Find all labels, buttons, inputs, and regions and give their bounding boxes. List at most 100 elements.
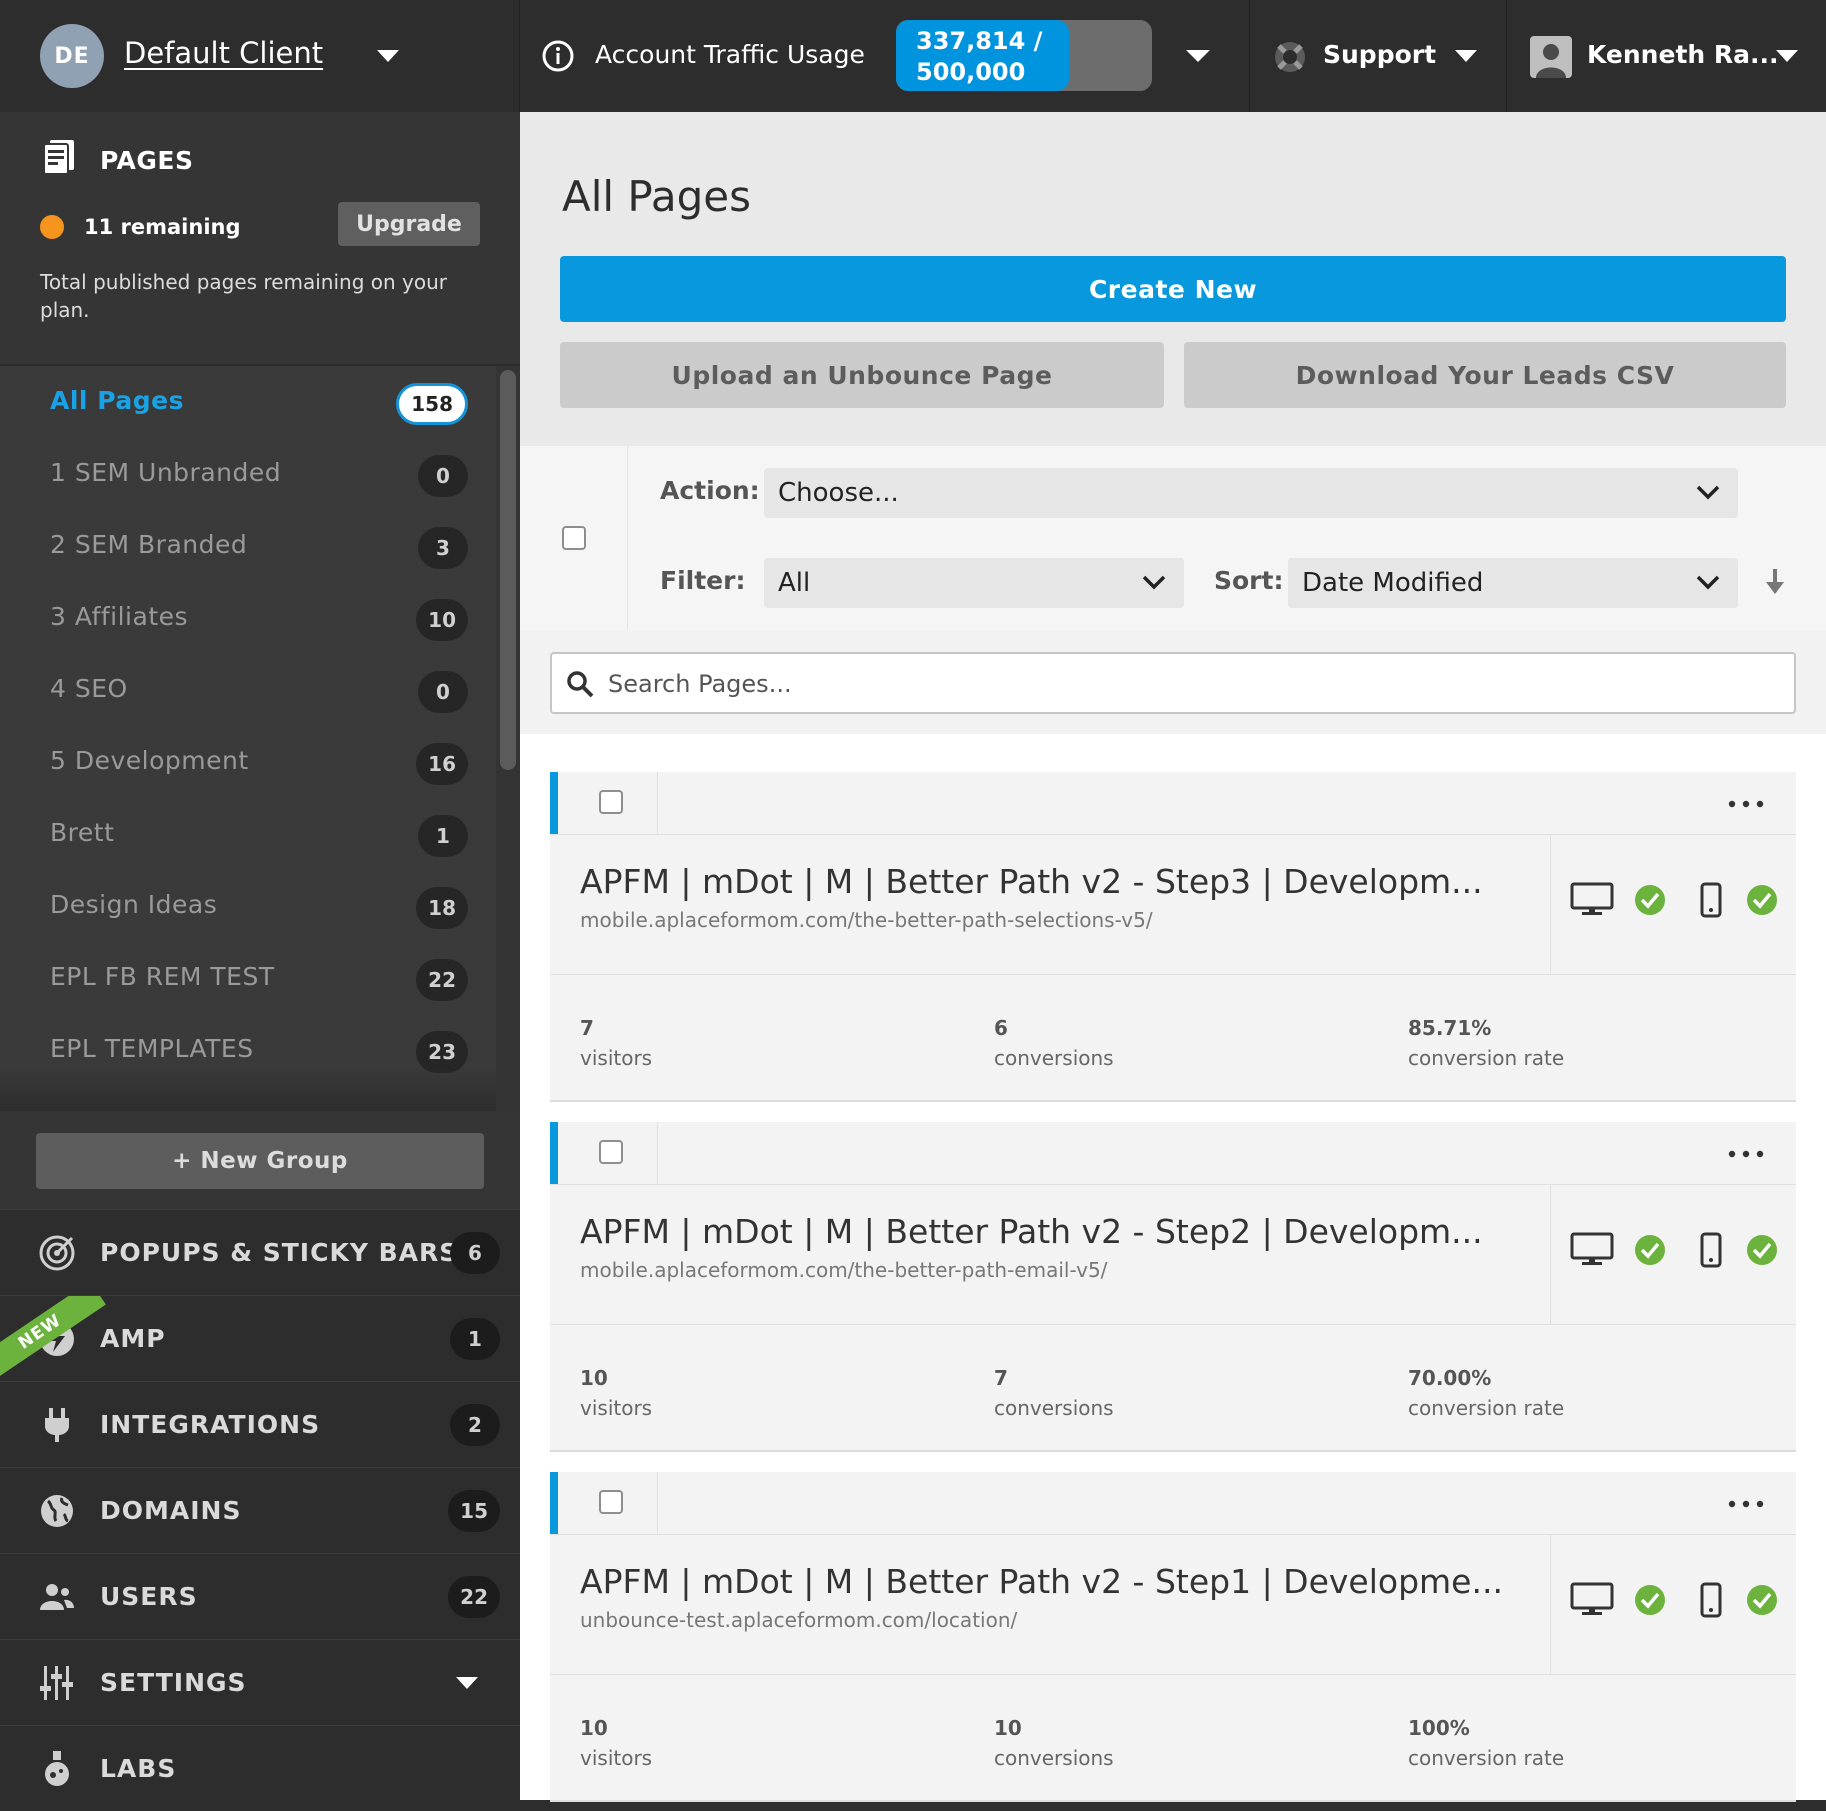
groups-scrollbar-thumb[interactable] (500, 370, 516, 770)
chevron-down-icon[interactable] (456, 1677, 478, 1689)
search-input[interactable]: Search Pages... (550, 652, 1796, 714)
page-card[interactable]: APFM | mDot | M | Better Path v2 - Step1… (550, 1472, 1796, 1802)
user-avatar-icon (1530, 36, 1572, 78)
group-item-all-pages[interactable]: All Pages 158 (0, 366, 496, 438)
group-item[interactable]: 1 SEM Unbranded 0 (0, 438, 496, 510)
page-select-checkbox[interactable] (599, 1140, 623, 1164)
create-new-button[interactable]: Create New (560, 256, 1786, 322)
more-options-icon[interactable] (1728, 1500, 1764, 1508)
card-checkbox-cell (558, 1122, 658, 1184)
check-circle-icon (1747, 885, 1777, 915)
top-bar: DE Default Client Account Traffic Usage … (0, 0, 1826, 112)
page-select-checkbox[interactable] (599, 1490, 623, 1514)
nav-item-users[interactable]: USERS 22 (0, 1553, 520, 1639)
chevron-down-icon[interactable] (1455, 50, 1477, 62)
globe-icon (41, 1495, 73, 1527)
chevron-down-icon[interactable] (377, 50, 399, 62)
page-name[interactable]: APFM | mDot | M | Better Path v2 - Step2… (580, 1212, 1500, 1251)
mobile-icon (1700, 882, 1722, 918)
new-badge: NEW (0, 1296, 106, 1381)
action-select[interactable]: Choose... (764, 468, 1738, 518)
divider (550, 1324, 1796, 1325)
more-options-icon[interactable] (1728, 800, 1764, 808)
stat-conversions: 7 conversions (994, 1366, 1114, 1420)
page-url[interactable]: unbounce-test.aplaceformom.com/location/ (580, 1608, 1017, 1632)
group-item[interactable]: 5 Development 16 (0, 726, 496, 798)
conversion-rate-label: conversion rate (1408, 1046, 1565, 1070)
nav-count: 1 (450, 1318, 500, 1360)
download-leads-csv-button[interactable]: Download Your Leads CSV (1184, 342, 1786, 408)
check-circle-icon (1635, 885, 1665, 915)
nav-label: DOMAINS (100, 1496, 242, 1525)
group-count: 158 (396, 383, 468, 425)
page-name[interactable]: APFM | mDot | M | Better Path v2 - Step1… (580, 1562, 1500, 1601)
chevron-down-icon[interactable] (1186, 50, 1210, 62)
nav-item-integrations[interactable]: INTEGRATIONS 2 (0, 1381, 520, 1467)
stat-visitors: 10 visitors (580, 1366, 652, 1420)
group-count: 3 (418, 527, 468, 569)
page-url[interactable]: mobile.aplaceformom.com/the-better-path-… (580, 908, 1153, 932)
divider (550, 1534, 1796, 1535)
nav-item-popups-sticky-bars[interactable]: POPUPS & STICKY BARS 6 (0, 1209, 520, 1295)
divider (550, 1674, 1796, 1675)
filter-select-value: All (778, 568, 811, 598)
sort-select[interactable]: Date Modified (1288, 558, 1738, 608)
sort-direction-icon[interactable] (1765, 569, 1785, 595)
nav-item-settings[interactable]: SETTINGS (0, 1639, 520, 1725)
group-label: 3 Affiliates (50, 602, 189, 631)
group-label: 2 SEM Branded (50, 530, 248, 559)
support-menu[interactable]: Support (1251, 0, 1507, 112)
conversions-label: conversions (994, 1746, 1114, 1770)
more-options-icon[interactable] (1728, 1150, 1764, 1158)
new-group-button[interactable]: + New Group (36, 1133, 484, 1189)
stat-conversion-rate: 100% conversion rate (1408, 1716, 1564, 1770)
page-url[interactable]: mobile.aplaceformom.com/the-better-path-… (580, 1258, 1107, 1282)
group-label: 5 Development (50, 746, 249, 775)
filter-select[interactable]: All (764, 558, 1184, 608)
search-icon (567, 671, 594, 698)
info-icon[interactable] (542, 40, 574, 72)
check-circle-icon (1635, 1585, 1665, 1615)
conversions-count: 6 (994, 1016, 1008, 1040)
card-checkbox-cell (558, 1472, 658, 1534)
user-menu[interactable]: Kenneth Ra... (1508, 0, 1826, 112)
conversion-rate-label: conversion rate (1408, 1746, 1565, 1770)
nav-item-labs[interactable]: LABS (0, 1725, 520, 1811)
check-circle-icon (1747, 1235, 1777, 1265)
filter-label: Filter: (660, 566, 746, 595)
support-label[interactable]: Support (1323, 40, 1436, 69)
status-dot (40, 215, 64, 239)
page-card[interactable]: APFM | mDot | M | Better Path v2 - Step3… (550, 772, 1796, 1102)
client-name[interactable]: Default Client (124, 36, 323, 70)
nav-count: 2 (450, 1404, 500, 1446)
upgrade-button[interactable]: Upgrade (338, 202, 480, 246)
chevron-down-icon[interactable] (1776, 50, 1798, 62)
group-item[interactable]: 2 SEM Branded 3 (0, 510, 496, 582)
client-switcher[interactable]: DE Default Client (0, 0, 520, 112)
group-label: Brett (50, 818, 115, 847)
group-item[interactable]: 4 SEO 0 (0, 654, 496, 726)
page-title: All Pages (562, 172, 751, 221)
conversion-rate-label: conversion rate (1408, 1396, 1565, 1420)
traffic-usage-values: 337,814 / 500,000 (916, 26, 1042, 88)
upload-page-button[interactable]: Upload an Unbounce Page (560, 342, 1164, 408)
pages-icon (44, 140, 74, 174)
nav-item-domains[interactable]: DOMAINS 15 (0, 1467, 520, 1553)
group-item[interactable]: Brett 1 (0, 798, 496, 870)
traffic-usage-label: Account Traffic Usage (595, 40, 865, 69)
select-all-checkbox[interactable] (562, 526, 586, 550)
group-label: All Pages (50, 386, 184, 415)
user-name[interactable]: Kenneth Ra... (1587, 40, 1779, 69)
group-item[interactable]: Design Ideas 18 (0, 870, 496, 942)
chevron-down-icon (1142, 575, 1166, 590)
page-name[interactable]: APFM | mDot | M | Better Path v2 - Step3… (580, 862, 1500, 901)
nav-item-amp[interactable]: NEW AMP 1 (0, 1295, 520, 1381)
page-select-checkbox[interactable] (599, 790, 623, 814)
group-item[interactable]: EPL FB REM TEST 22 (0, 942, 496, 1014)
visitors-label: visitors (580, 1046, 653, 1070)
group-item[interactable]: 3 Affiliates 10 (0, 582, 496, 654)
page-card[interactable]: APFM | mDot | M | Better Path v2 - Step2… (550, 1122, 1796, 1452)
account-traffic-usage[interactable]: Account Traffic Usage 337,814 / 500,000 (520, 0, 1250, 112)
card-accent (550, 772, 558, 834)
nav-count: 22 (448, 1576, 500, 1618)
